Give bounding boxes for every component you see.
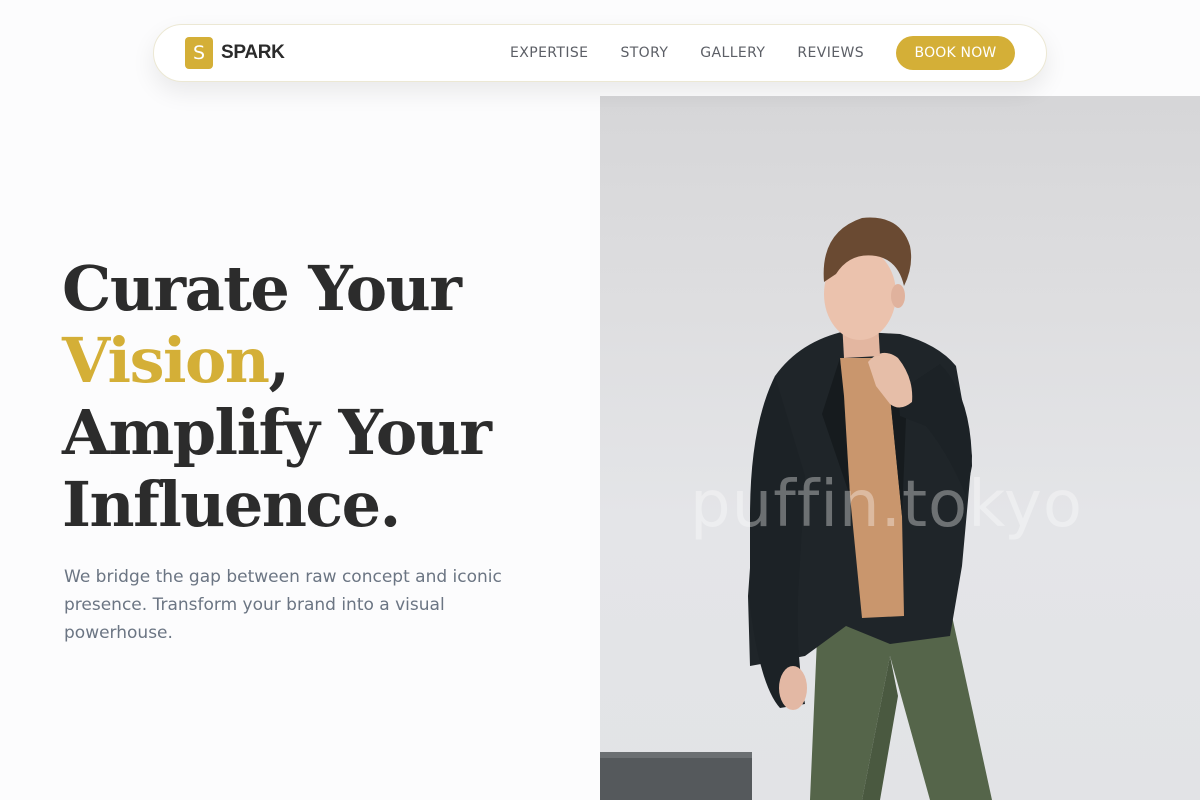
hero-title-line-1: Curate Your xyxy=(62,252,462,325)
model-photo xyxy=(600,217,992,800)
book-now-button[interactable]: BOOK NOW xyxy=(896,36,1015,70)
hero-title-line-2: Vision, xyxy=(62,325,490,397)
brand-logo-icon: S xyxy=(185,37,213,69)
nav-link-gallery[interactable]: GALLERY xyxy=(700,45,765,61)
hero-title-line-4: Influence. xyxy=(62,468,401,541)
hero-title-line-3: Amplify Your xyxy=(62,396,492,469)
nav-links: EXPERTISE STORY GALLERY REVIEWS xyxy=(510,45,864,61)
nav-link-reviews[interactable]: REVIEWS xyxy=(797,45,864,61)
image-watermark: puffin.tokyo xyxy=(690,468,1083,542)
hero-image: puffin.tokyo xyxy=(600,96,1200,800)
hero-title-accent: Vision xyxy=(62,324,270,397)
nav-link-expertise[interactable]: EXPERTISE xyxy=(510,45,588,61)
hero-title-comma: , xyxy=(268,324,290,397)
nav-link-story[interactable]: STORY xyxy=(620,45,668,61)
hero-subtitle: We bridge the gap between raw concept an… xyxy=(64,567,502,643)
brand-name: SPARK xyxy=(221,42,285,63)
hero-title: Curate Your Vision, Amplify Your Influen… xyxy=(62,252,492,541)
brand-logo[interactable]: S SPARK xyxy=(185,37,285,69)
navbar: S SPARK EXPERTISE STORY GALLERY REVIEWS … xyxy=(153,24,1047,82)
